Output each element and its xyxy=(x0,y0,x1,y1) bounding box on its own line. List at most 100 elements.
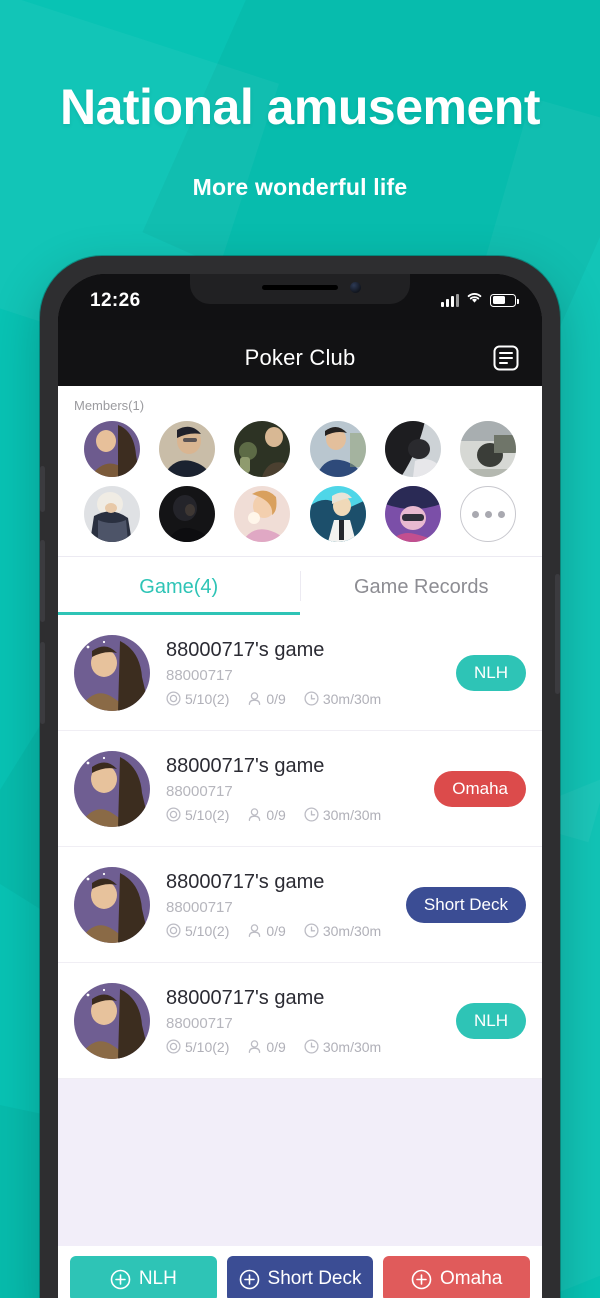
game-host-avatar xyxy=(74,750,150,827)
member-avatar-11[interactable] xyxy=(384,486,441,542)
game-duration-value: 30m/30m xyxy=(322,690,382,707)
game-info: 88000717's game 88000717 5/10(2) 0/9 30m… xyxy=(150,639,456,707)
create-short-deck-button[interactable]: Short Deck xyxy=(226,1256,374,1298)
page-title: Poker Club xyxy=(244,345,356,370)
create-omaha-label: Omaha xyxy=(440,1268,503,1289)
game-blinds-value: 5/10(2) xyxy=(185,806,230,823)
app-navigation-bar: Poker Club xyxy=(58,330,542,386)
game-meta: 5/10(2) 0/9 30m/30m xyxy=(166,691,456,707)
more-dots-icon[interactable] xyxy=(460,486,517,542)
game-players: 0/9 xyxy=(247,690,286,707)
chip-icon xyxy=(166,1039,181,1054)
game-title: 88000717's game xyxy=(166,870,325,893)
status-bar: 12:26 xyxy=(58,274,542,330)
dot xyxy=(471,510,479,518)
member-avatar-3[interactable] xyxy=(234,421,291,477)
phone-button-volume-down xyxy=(40,642,45,724)
game-host-id: 88000717 xyxy=(166,898,233,916)
game-host-avatar xyxy=(74,866,150,943)
plus-circle-icon xyxy=(110,1269,131,1289)
person-icon xyxy=(249,1040,261,1054)
game-duration: 30m/30m xyxy=(304,1039,381,1055)
phone-button-power xyxy=(555,574,560,694)
game-duration: 30m/30m xyxy=(304,691,381,707)
game-blinds: 5/10(2) xyxy=(166,1039,229,1055)
member-avatar-7[interactable] xyxy=(83,486,140,542)
person-icon xyxy=(249,924,261,938)
game-type-badge: NLH xyxy=(455,654,526,691)
chip-icon xyxy=(166,807,181,822)
game-list: 88000717's game 88000717 5/10(2) 0/9 30m… xyxy=(58,615,542,1079)
bottom-action-bar: NLH Short Deck Omaha xyxy=(58,1246,542,1298)
member-avatar-5[interactable] xyxy=(384,421,441,477)
game-host-id: 88000717 xyxy=(166,666,233,684)
cellular-signal-icon xyxy=(441,293,459,307)
front-camera-icon xyxy=(350,282,361,293)
wifi-icon xyxy=(466,291,483,309)
promo-headline: National amusement xyxy=(59,79,541,135)
game-blinds: 5/10(2) xyxy=(166,923,229,939)
game-players: 0/9 xyxy=(247,807,286,823)
game-blinds-value: 5/10(2) xyxy=(185,690,230,707)
member-avatar-10[interactable] xyxy=(309,486,366,542)
member-avatar-9[interactable] xyxy=(234,486,291,542)
game-row[interactable]: 88000717's game 88000717 5/10(2) 0/9 30m… xyxy=(58,963,542,1079)
game-host-id: 88000717 xyxy=(166,782,233,800)
game-info: 88000717's game 88000717 5/10(2) 0/9 30m… xyxy=(150,871,406,939)
list-menu-icon[interactable] xyxy=(492,344,520,372)
game-duration-value: 30m/30m xyxy=(322,806,382,823)
status-icon-group xyxy=(441,291,519,309)
create-nlh-button[interactable]: NLH xyxy=(70,1256,217,1298)
game-blinds: 5/10(2) xyxy=(166,807,229,823)
game-duration-value: 30m/30m xyxy=(322,922,382,939)
game-type-badge: Omaha xyxy=(434,770,526,807)
dot xyxy=(497,510,505,518)
list-empty-space xyxy=(58,1079,542,1246)
phone-mockup: 12:26 Poker Club Members(1) Game(4) Game… xyxy=(40,256,560,1298)
clock-icon xyxy=(304,691,319,706)
create-omaha-button[interactable]: Omaha xyxy=(383,1256,531,1298)
game-meta: 5/10(2) 0/9 30m/30m xyxy=(166,923,406,939)
chip-icon xyxy=(166,923,181,938)
game-host-avatar xyxy=(74,982,150,1059)
member-avatar-2[interactable] xyxy=(158,421,215,477)
game-players-value: 0/9 xyxy=(266,1038,286,1055)
game-blinds: 5/10(2) xyxy=(166,691,229,707)
game-blinds-value: 5/10(2) xyxy=(185,1038,230,1055)
game-info: 88000717's game 88000717 5/10(2) 0/9 30m… xyxy=(150,987,456,1055)
clock-icon xyxy=(304,1039,319,1054)
dot xyxy=(484,510,492,518)
phone-button-silent xyxy=(40,466,45,512)
game-title: 88000717's game xyxy=(166,754,325,777)
tab-game[interactable]: Game(4) xyxy=(58,557,300,615)
battery-icon xyxy=(490,293,519,307)
promo-subheadline: More wonderful life xyxy=(192,174,408,200)
members-label: Members(1) xyxy=(74,398,145,413)
game-meta: 5/10(2) 0/9 30m/30m xyxy=(166,1039,456,1055)
game-duration: 30m/30m xyxy=(304,807,381,823)
game-info: 88000717's game 88000717 5/10(2) 0/9 30m… xyxy=(150,755,434,823)
game-title: 88000717's game xyxy=(166,986,325,1009)
game-players-value: 0/9 xyxy=(266,690,286,707)
game-row[interactable]: 88000717's game 88000717 5/10(2) 0/9 30m… xyxy=(58,731,542,847)
game-type-badge: Short Deck xyxy=(405,886,526,923)
create-short-deck-label: Short Deck xyxy=(267,1268,362,1289)
chip-icon xyxy=(166,691,181,706)
tab-game-records[interactable]: Game Records xyxy=(301,557,543,615)
member-avatar-6[interactable] xyxy=(460,421,517,477)
member-avatar-1[interactable] xyxy=(83,421,140,477)
members-section: Members(1) xyxy=(58,386,542,556)
game-players-value: 0/9 xyxy=(266,922,286,939)
phone-bezel: 12:26 Poker Club Members(1) Game(4) Game… xyxy=(58,274,542,1298)
game-players: 0/9 xyxy=(247,922,286,939)
game-players: 0/9 xyxy=(247,1038,286,1055)
app-content: Members(1) Game(4) Game Records 88000717… xyxy=(58,386,542,1298)
member-avatar-8[interactable] xyxy=(158,486,215,542)
content-tabs: Game(4) Game Records xyxy=(58,556,542,615)
game-row[interactable]: 88000717's game 88000717 5/10(2) 0/9 30m… xyxy=(58,847,542,963)
game-row[interactable]: 88000717's game 88000717 5/10(2) 0/9 30m… xyxy=(58,615,542,731)
game-duration: 30m/30m xyxy=(304,923,381,939)
member-avatar-4[interactable] xyxy=(309,421,366,477)
plus-circle-icon xyxy=(411,1269,432,1289)
game-meta: 5/10(2) 0/9 30m/30m xyxy=(166,807,434,823)
